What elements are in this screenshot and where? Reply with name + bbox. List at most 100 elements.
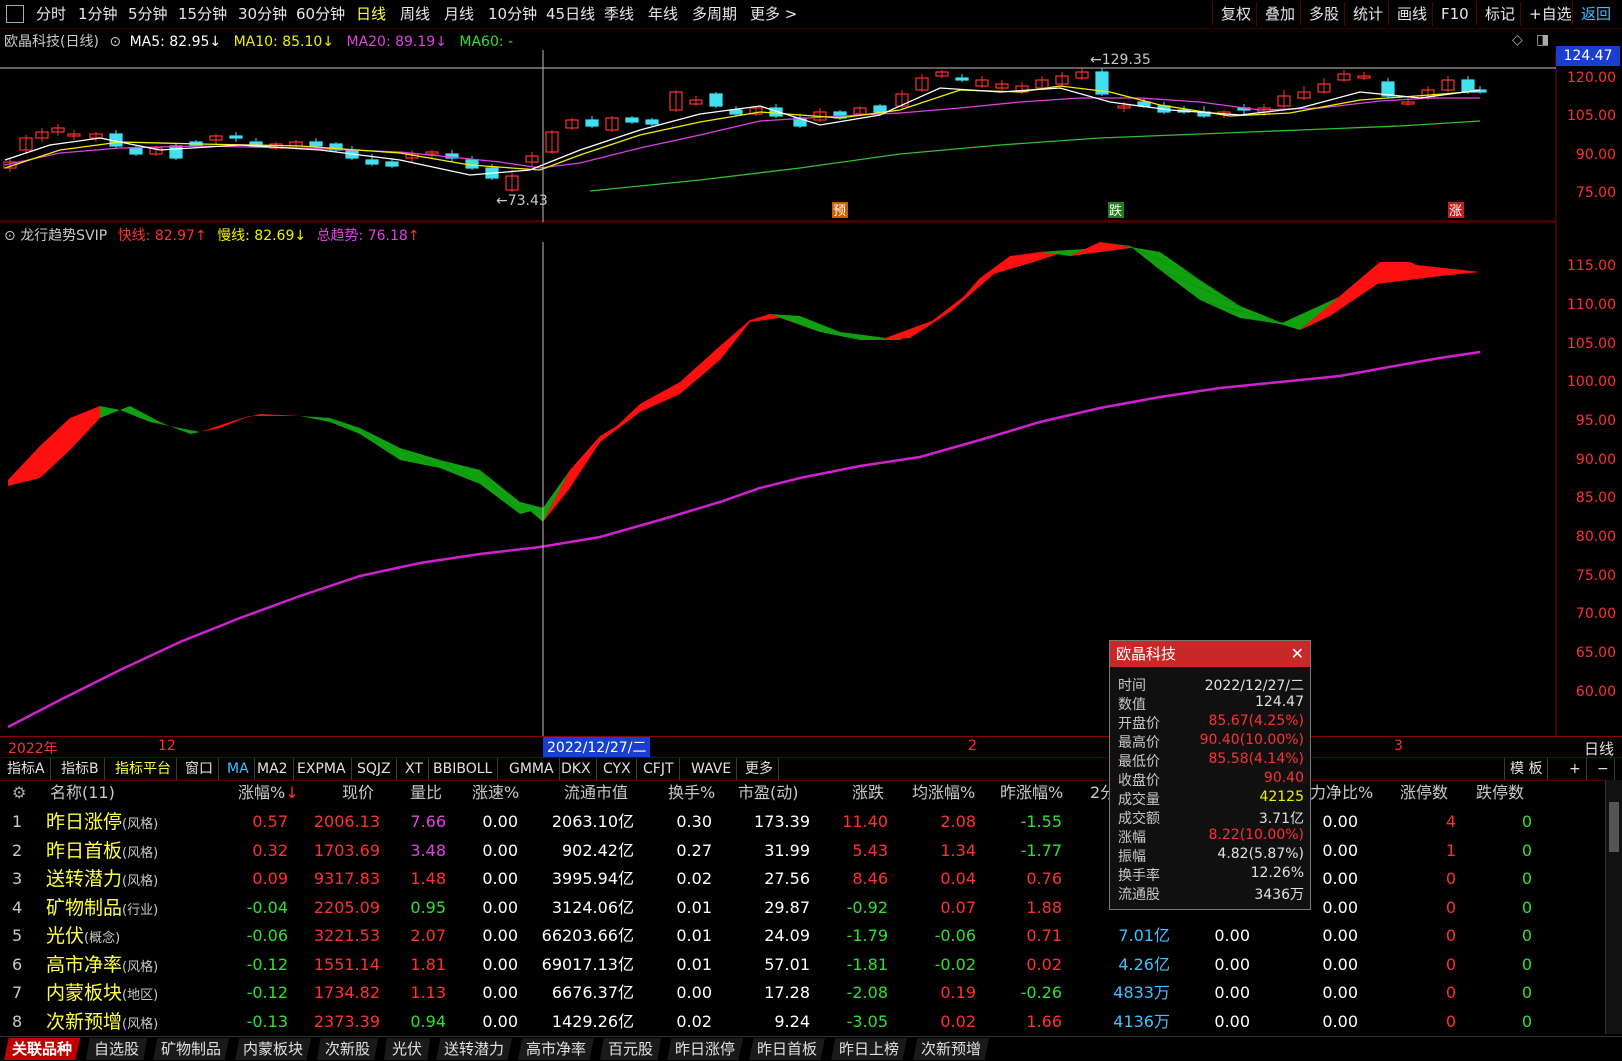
tab-indicator-platform[interactable]: 指标平台 [110, 758, 177, 780]
tab-ma[interactable]: MA [222, 758, 255, 780]
popup-row: 流通股 3436万 [1110, 884, 1308, 903]
col-turnover[interactable]: 换手% [668, 780, 715, 806]
table-row[interactable]: 1 昨日涨停(风格) 0.57 2006.13 7.66 0.00 2063.10亿 0.30… [0, 808, 1604, 836]
table-scrollbar[interactable] [1605, 780, 1622, 1034]
panel-toggle-icon[interactable]: ◨ [1536, 32, 1549, 48]
period-1min[interactable]: 1分钟 [78, 3, 118, 25]
col-prev-change[interactable]: 昨涨幅% [1000, 780, 1063, 806]
popup-value: 2022/12/27/二 [1204, 678, 1304, 694]
col-net-ratio[interactable]: 力净比% [1310, 780, 1373, 806]
overlay-button[interactable]: 叠加 [1256, 2, 1303, 26]
cell-mcap: 66203.66亿 [541, 926, 634, 945]
tab-dkx[interactable]: DKX [556, 758, 597, 780]
category-tag: (风格) [122, 959, 159, 975]
table-row[interactable]: 7 内蒙板块(地区) -0.12 1734.82 1.13 0.00 6676.37亿 0.0… [0, 979, 1604, 1007]
tab-cyx[interactable]: CYX [598, 758, 637, 780]
col-price[interactable]: 现价 [342, 780, 374, 806]
candlestick-chart[interactable]: ←129.35 ←73.43 预 跌 涨 [0, 50, 1622, 222]
col-avg-change[interactable]: 均涨幅% [912, 780, 975, 806]
tab-indicator-a[interactable]: 指标A [2, 758, 51, 780]
period-10min[interactable]: 10分钟 [488, 3, 537, 25]
diamond-icon[interactable]: ◇ [1512, 32, 1523, 48]
signal-label-zhang: 涨 [1449, 204, 1462, 219]
period-60min[interactable]: 60分钟 [296, 3, 345, 25]
bottom-tab[interactable]: 内蒙板块 [235, 1038, 312, 1060]
scroll-thumb[interactable] [1609, 802, 1619, 852]
tab-window[interactable]: 窗口 [180, 758, 219, 780]
add-window-button[interactable]: + [1564, 758, 1587, 780]
period-5min[interactable]: 5分钟 [128, 3, 168, 25]
col-change-pct[interactable]: 涨幅%↓ [238, 780, 299, 806]
tab-gmma[interactable]: GMMA [504, 758, 560, 780]
tab-ma2[interactable]: MA2 [252, 758, 294, 780]
bottom-tab[interactable]: 送转潜力 [436, 1038, 513, 1060]
template-button[interactable]: 模 板 [1504, 758, 1549, 780]
collapse-icon[interactable]: ⊙ [109, 34, 121, 50]
period-monthly[interactable]: 月线 [444, 3, 474, 25]
bottom-tab[interactable]: 百元股 [600, 1038, 662, 1060]
statistics-button[interactable]: 统计 [1344, 2, 1391, 26]
col-limit-down[interactable]: 跌停数 [1476, 780, 1524, 806]
tab-more[interactable]: 更多 [740, 758, 779, 780]
bottom-tab[interactable]: 高市净率 [518, 1038, 595, 1060]
col-diff[interactable]: 涨跌 [852, 780, 884, 806]
tick: 95.00 [1575, 413, 1616, 429]
sector-name: 次新预增 [46, 1010, 123, 1033]
indicator-chart[interactable] [0, 222, 1622, 736]
close-icon[interactable]: ✕ [1291, 641, 1304, 667]
tab-cfjt[interactable]: CFJT [638, 758, 680, 780]
bottom-tab[interactable]: 昨日首板 [749, 1038, 826, 1060]
tab-xt[interactable]: XT [400, 758, 429, 780]
restore-rights-button[interactable]: 复权 [1212, 2, 1259, 26]
col-name[interactable]: 名称(11) [50, 780, 115, 806]
bottom-tab[interactable]: 关联品种 [4, 1038, 81, 1060]
bottom-tab[interactable]: 次新预增 [913, 1038, 990, 1060]
settings-gear-icon[interactable]: ⚙ [12, 780, 26, 806]
bottom-tab[interactable]: 次新股 [317, 1038, 379, 1060]
period-quarterly[interactable]: 季线 [604, 3, 634, 25]
bottom-tab[interactable]: 昨日上榜 [831, 1038, 908, 1060]
cell-chg: 0.09 [252, 869, 288, 888]
table-row[interactable]: 4 矿物制品(行业) -0.04 2205.09 0.95 0.00 3124.06亿 0.0… [0, 894, 1604, 922]
bottom-tab[interactable]: 昨日涨停 [667, 1038, 744, 1060]
f10-button[interactable]: F10 [1432, 2, 1477, 26]
layout-toggle-icon[interactable] [6, 5, 24, 23]
table-row[interactable]: 5 光伏(概念) -0.06 3221.53 2.07 0.00 66203.66亿 0.01… [0, 922, 1604, 950]
add-watchlist-button[interactable]: +自选 [1520, 2, 1580, 26]
period-multi[interactable]: 多周期 [692, 3, 737, 25]
back-button[interactable]: 返回 [1572, 2, 1619, 26]
category-tag: (风格) [122, 874, 159, 889]
bottom-tab[interactable]: 光伏 [384, 1038, 431, 1060]
table-row[interactable]: 2 昨日首板(风格) 0.32 1703.69 3.48 0.00 902.42亿 0.27 3… [0, 837, 1604, 865]
mark-button[interactable]: 标记 [1476, 2, 1523, 26]
period-label[interactable]: 日线 [1584, 738, 1614, 759]
col-speed[interactable]: 涨速% [472, 780, 519, 806]
tab-wave[interactable]: WAVE [686, 758, 738, 780]
col-market-cap[interactable]: 流通市值 [564, 780, 628, 806]
period-fenshi[interactable]: 分时 [36, 3, 66, 25]
draw-line-button[interactable]: 画线 [1388, 2, 1435, 26]
col-pe[interactable]: 市盈(动) [738, 780, 799, 806]
trend-band-rise [230, 414, 300, 422]
table-row[interactable]: 6 高市净率(风格) -0.12 1551.14 1.81 0.00 69017.13亿 0.… [0, 951, 1604, 979]
tab-indicator-b[interactable]: 指标B [56, 758, 105, 780]
period-30min[interactable]: 30分钟 [238, 3, 287, 25]
table-row[interactable]: 3 送转潜力(风格) 0.09 9317.83 1.48 0.00 3995.94亿 0.02… [0, 865, 1604, 893]
multi-stock-button[interactable]: 多股 [1300, 2, 1347, 26]
period-yearly[interactable]: 年线 [648, 3, 678, 25]
popup-label: 数值 [1118, 697, 1146, 713]
tab-bbiboll[interactable]: BBIBOLL [428, 758, 499, 780]
bottom-tab[interactable]: 矿物制品 [153, 1038, 230, 1060]
col-limit-up[interactable]: 涨停数 [1400, 780, 1448, 806]
period-more[interactable]: 更多 > [750, 3, 797, 25]
period-45day[interactable]: 45日线 [546, 3, 595, 25]
period-weekly[interactable]: 周线 [400, 3, 430, 25]
col-volume-ratio[interactable]: 量比 [410, 780, 442, 806]
tab-sqjz[interactable]: SQJZ [352, 758, 397, 780]
period-daily[interactable]: 日线 [356, 3, 386, 25]
table-row[interactable]: 8 次新预增(风格) -0.13 2373.39 0.94 0.00 1429.26亿 0.0… [0, 1008, 1604, 1036]
bottom-tab[interactable]: 自选股 [86, 1038, 148, 1060]
period-15min[interactable]: 15分钟 [178, 3, 227, 25]
tab-expma[interactable]: EXPMA [292, 758, 352, 780]
remove-window-button[interactable]: − [1592, 758, 1615, 780]
